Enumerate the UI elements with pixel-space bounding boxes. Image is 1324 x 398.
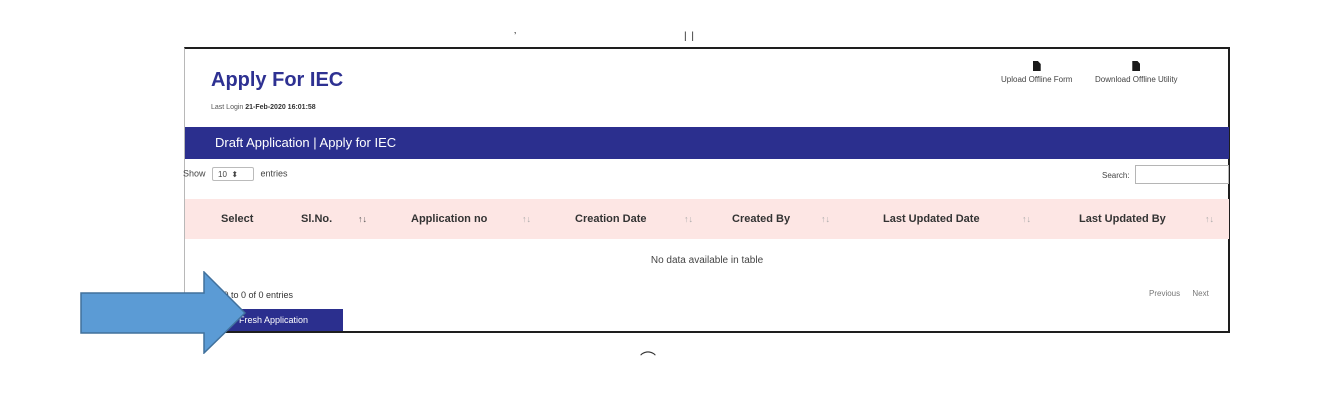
column-header-created-by[interactable]: Created By <box>732 213 790 225</box>
entries-select[interactable]: 10 ⬍ <box>212 167 255 181</box>
next-page-button[interactable]: Next <box>1192 289 1208 298</box>
sort-icon[interactable]: ↑↓ <box>684 214 693 224</box>
table-header-row: Select Sl.No. ↑↓ Application no ↑↓ Creat… <box>185 199 1229 239</box>
search-input[interactable] <box>1135 165 1229 184</box>
cropped-text-fragment: ’ <box>514 31 518 42</box>
column-header-select[interactable]: Select <box>221 213 253 225</box>
entries-select-value: 10 <box>218 170 227 179</box>
column-header-last-updated-date[interactable]: Last Updated Date <box>883 213 980 225</box>
cropped-caption-fragment: ⌒ ∩ ∩ <box>640 346 688 356</box>
last-login-value: 21-Feb-2020 16:01:58 <box>245 104 316 111</box>
column-header-slno[interactable]: Sl.No. <box>301 213 332 225</box>
sort-icon[interactable]: ↑↓ <box>358 214 367 224</box>
sort-icon[interactable]: ↑↓ <box>1205 214 1214 224</box>
upload-offline-form-label: Upload Offline Form <box>1001 75 1073 84</box>
download-offline-utility-link[interactable]: Download Offline Utility <box>1095 61 1178 84</box>
last-login-label: Last Login <box>211 104 244 111</box>
upload-offline-form-link[interactable]: Upload Offline Form <box>1001 61 1072 84</box>
select-caret-icon: ⬍ <box>231 170 239 179</box>
last-login: Last Login 21-Feb-2020 16:01:58 <box>211 104 316 111</box>
search-label: Search: <box>1102 171 1130 180</box>
sort-icon[interactable]: ↑↓ <box>1022 214 1031 224</box>
sort-icon[interactable]: ↑↓ <box>522 214 531 224</box>
panel-heading: Draft Application | Apply for IEC <box>185 127 1229 159</box>
page-title: Apply For IEC <box>211 69 344 91</box>
empty-table-message: No data available in table <box>650 255 764 266</box>
arrow-shape <box>80 271 247 354</box>
cropped-text-fragment: | | <box>684 31 695 42</box>
pagination: Previous Next <box>1139 289 1209 298</box>
screenshot-frame: Apply For IEC Last Login 21-Feb-2020 16:… <box>183 47 1230 333</box>
column-header-last-updated-by[interactable]: Last Updated By <box>1079 213 1166 225</box>
column-header-creation-date[interactable]: Creation Date <box>575 213 647 225</box>
document-icon <box>1032 61 1041 71</box>
callout-arrow <box>80 271 247 354</box>
column-header-application-no[interactable]: Application no <box>411 213 487 225</box>
entries-label: entries <box>260 168 288 179</box>
show-label: Show <box>183 168 206 179</box>
document-icon <box>1132 61 1141 71</box>
entries-length-control: Show 10 ⬍ entries <box>183 167 288 181</box>
download-offline-utility-label: Download Offline Utility <box>1095 75 1178 84</box>
sort-icon[interactable]: ↑↓ <box>821 214 830 224</box>
previous-page-button[interactable]: Previous <box>1149 289 1180 298</box>
